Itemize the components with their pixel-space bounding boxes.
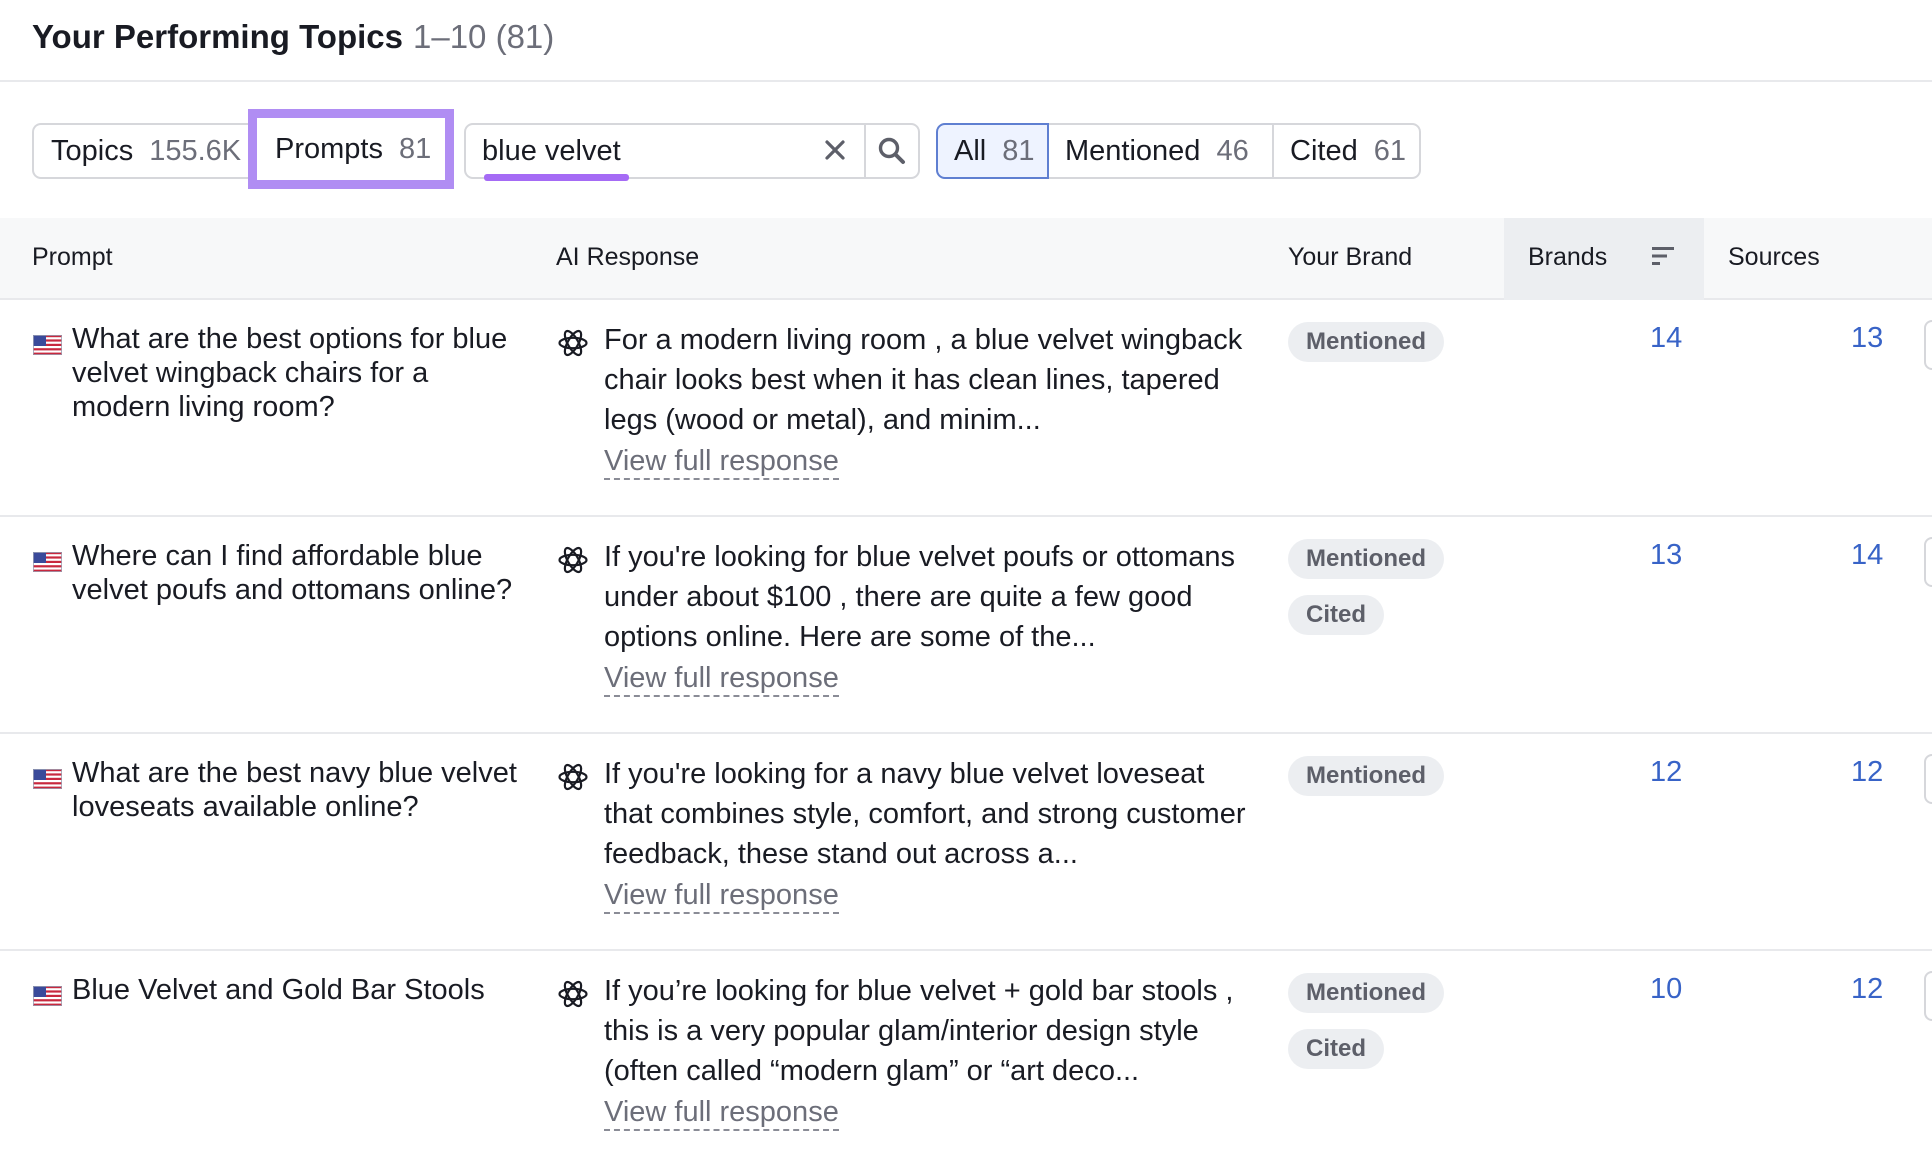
ai-response-text: For a modern living room , a blue velvet… xyxy=(604,324,1243,436)
row-action-button[interactable] xyxy=(1924,320,1932,370)
chatgpt-icon xyxy=(558,980,588,1008)
page-title: Your Performing Topics xyxy=(32,18,403,55)
brands-count-link[interactable]: 14 xyxy=(1650,322,1682,355)
view-full-response-link[interactable]: View full response xyxy=(604,661,839,697)
table-row[interactable]: Blue Velvet and Gold Bar Stools If you’r… xyxy=(0,951,1932,1162)
brand-status-badge: Cited xyxy=(1288,1029,1384,1069)
us-flag-icon xyxy=(33,335,62,355)
table-row[interactable]: What are the best navy blue velvet loves… xyxy=(0,734,1932,951)
filter-all-count: 81 xyxy=(1002,134,1035,167)
search-icon xyxy=(878,137,905,164)
tab-topics-label: Topics xyxy=(51,134,134,167)
table-row[interactable]: Where can I find affordable blue velvet … xyxy=(0,517,1932,734)
chatgpt-icon xyxy=(558,329,588,357)
table-header: Prompt AI Response Your Brand Brands Sou… xyxy=(0,218,1932,300)
filter-all[interactable]: All 81 xyxy=(936,123,1049,179)
ai-response-text: If you’re looking for blue velvet + gold… xyxy=(604,975,1234,1087)
filter-mentioned[interactable]: Mentioned 46 xyxy=(1047,123,1274,179)
tab-prompts[interactable]: Prompts 81 xyxy=(248,109,454,189)
sources-count-link[interactable]: 14 xyxy=(1851,539,1883,572)
filter-cited[interactable]: Cited 61 xyxy=(1272,123,1421,179)
brand-status-badge: Mentioned xyxy=(1288,756,1444,796)
filter-mentioned-label: Mentioned xyxy=(1065,134,1201,167)
brand-status-badge: Cited xyxy=(1288,595,1384,635)
view-full-response-link[interactable]: View full response xyxy=(604,444,839,480)
search-highlight-underline xyxy=(484,174,629,181)
filter-cited-count: 61 xyxy=(1373,134,1406,167)
brand-status-badge: Mentioned xyxy=(1288,322,1444,362)
brands-count-link[interactable]: 12 xyxy=(1650,756,1682,789)
column-sources[interactable]: Sources xyxy=(1728,243,1820,272)
sources-count-link[interactable]: 13 xyxy=(1851,322,1883,355)
tab-topics[interactable]: Topics 155.6K xyxy=(32,123,262,179)
tab-topics-count: 155.6K xyxy=(149,134,242,167)
us-flag-icon xyxy=(33,769,62,789)
brand-status-badge: Mentioned xyxy=(1288,539,1444,579)
filter-all-label: All xyxy=(954,134,987,167)
row-action-button[interactable] xyxy=(1924,971,1932,1021)
column-ai-response: AI Response xyxy=(556,243,700,271)
table-row[interactable]: What are the best options for blue velve… xyxy=(0,300,1932,517)
row-action-button[interactable] xyxy=(1924,537,1932,587)
ai-response-text: If you're looking for blue velvet poufs … xyxy=(604,541,1235,653)
row-action-button[interactable] xyxy=(1924,754,1932,804)
chatgpt-icon xyxy=(558,546,588,574)
brands-count-link[interactable]: 13 xyxy=(1650,539,1682,572)
ai-response-text: If you're looking for a navy blue velvet… xyxy=(604,758,1246,870)
page-header: Your Performing Topics 1–10 (81) xyxy=(0,0,1932,82)
search-input[interactable]: blue velvet xyxy=(464,123,866,181)
brand-status-badge: Mentioned xyxy=(1288,973,1444,1013)
brands-count-link[interactable]: 10 xyxy=(1650,973,1682,1006)
view-full-response-link[interactable]: View full response xyxy=(604,878,839,914)
filter-mentioned-count: 46 xyxy=(1216,134,1249,167)
mention-filter-group: All 81 Mentioned 46 Cited 61 xyxy=(936,123,1421,179)
us-flag-icon xyxy=(33,986,62,1006)
filter-cited-label: Cited xyxy=(1290,134,1358,167)
column-brands[interactable]: Brands xyxy=(1528,243,1607,272)
sort-icon[interactable] xyxy=(1650,242,1678,270)
search-button[interactable] xyxy=(864,123,920,179)
search-value: blue velvet xyxy=(482,135,621,167)
prompt-text[interactable]: Where can I find affordable blue velvet … xyxy=(72,539,522,607)
results-range: 1–10 (81) xyxy=(413,18,555,55)
prompt-text[interactable]: Blue Velvet and Gold Bar Stools xyxy=(72,973,522,1007)
prompt-text[interactable]: What are the best navy blue velvet loves… xyxy=(72,756,522,824)
view-full-response-link[interactable]: View full response xyxy=(604,1095,839,1131)
chatgpt-icon xyxy=(558,763,588,791)
sources-count-link[interactable]: 12 xyxy=(1851,756,1883,789)
tab-prompts-count: 81 xyxy=(398,132,432,165)
column-prompt: Prompt xyxy=(32,243,113,271)
clear-icon[interactable] xyxy=(820,135,850,165)
prompt-text[interactable]: What are the best options for blue velve… xyxy=(72,322,522,424)
column-your-brand: Your Brand xyxy=(1288,243,1413,271)
tab-prompts-label: Prompts xyxy=(275,132,383,165)
us-flag-icon xyxy=(33,552,62,572)
sources-count-link[interactable]: 12 xyxy=(1851,973,1883,1006)
